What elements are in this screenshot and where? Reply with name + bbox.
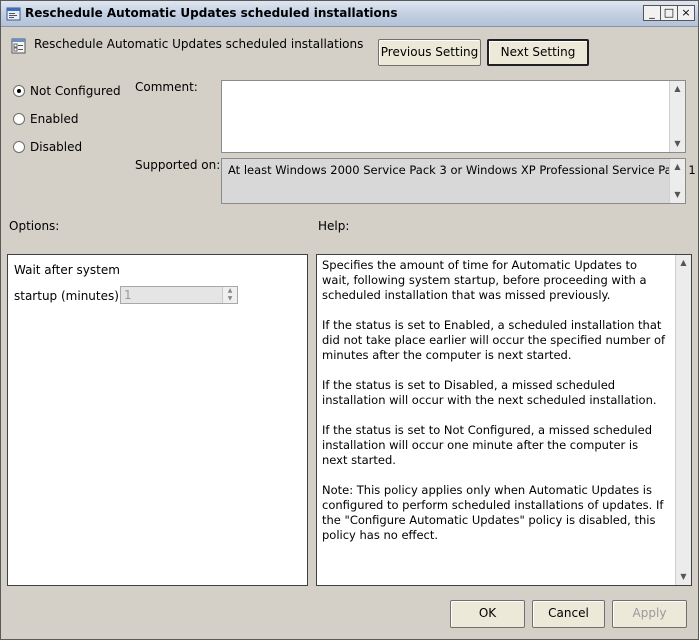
radio-label: Not Configured bbox=[30, 84, 121, 98]
minimize-button[interactable]: _ bbox=[643, 5, 661, 21]
comment-scrollbar[interactable]: ▲ ▼ bbox=[669, 81, 685, 152]
help-paragraph: If the status is set to Disabled, a miss… bbox=[322, 378, 657, 407]
scroll-up-icon[interactable]: ▲ bbox=[670, 81, 685, 97]
help-paragraph: If the status is set to Not Configured, … bbox=[322, 423, 652, 467]
supported-on-field: At least Windows 2000 Service Pack 3 or … bbox=[221, 158, 696, 204]
scroll-up-icon[interactable]: ▲ bbox=[676, 255, 691, 271]
scroll-down-icon[interactable]: ▼ bbox=[676, 569, 691, 585]
policy-setting-dialog: Reschedule Automatic Updates scheduled i… bbox=[0, 0, 699, 640]
maximize-button[interactable]: □ bbox=[660, 5, 678, 21]
policy-window-icon bbox=[6, 6, 22, 22]
scroll-down-icon[interactable]: ▼ bbox=[670, 187, 685, 203]
radio-circle[interactable] bbox=[13, 113, 25, 125]
policy-setting-icon bbox=[10, 37, 28, 55]
help-scrollbar[interactable]: ▲ ▼ bbox=[675, 255, 691, 585]
supported-on-label: Supported on: bbox=[135, 158, 221, 172]
radio-not-configured[interactable]: Not Configured bbox=[13, 84, 121, 98]
spin-up-icon: ▲ bbox=[222, 287, 237, 295]
radio-label: Disabled bbox=[30, 140, 83, 154]
scroll-up-icon[interactable]: ▲ bbox=[670, 159, 685, 175]
spin-down-icon: ▼ bbox=[222, 295, 237, 303]
options-label: Options: bbox=[9, 219, 60, 233]
wait-label-line2: startup (minutes): bbox=[14, 289, 123, 303]
comment-field[interactable]: ▲ ▼ bbox=[221, 80, 686, 153]
help-panel: Specifies the amount of time for Automat… bbox=[316, 254, 692, 586]
help-text: Specifies the amount of time for Automat… bbox=[322, 258, 667, 558]
radio-label: Enabled bbox=[30, 112, 79, 126]
window-title: Reschedule Automatic Updates scheduled i… bbox=[25, 6, 398, 20]
setting-title: Reschedule Automatic Updates scheduled i… bbox=[34, 37, 364, 51]
help-paragraph: Specifies the amount of time for Automat… bbox=[322, 258, 647, 302]
next-setting-button[interactable]: Next Setting bbox=[487, 39, 589, 66]
comment-label: Comment: bbox=[135, 80, 198, 94]
scroll-down-icon[interactable]: ▼ bbox=[670, 136, 685, 152]
close-button[interactable]: × bbox=[677, 5, 695, 21]
radio-disabled[interactable]: Disabled bbox=[13, 140, 82, 154]
ok-button[interactable]: OK bbox=[450, 600, 525, 628]
wait-label-line1: Wait after system bbox=[14, 263, 120, 277]
help-paragraph: Note: This policy applies only when Auto… bbox=[322, 483, 664, 542]
apply-button[interactable]: Apply bbox=[612, 600, 687, 628]
supported-on-value: At least Windows 2000 Service Pack 3 or … bbox=[228, 163, 696, 177]
radio-circle-selected[interactable] bbox=[13, 85, 25, 97]
radio-circle[interactable] bbox=[13, 141, 25, 153]
help-label: Help: bbox=[318, 219, 350, 233]
cancel-button[interactable]: Cancel bbox=[532, 600, 605, 628]
minutes-spinner: 1 ▲ ▼ bbox=[120, 286, 238, 304]
radio-enabled[interactable]: Enabled bbox=[13, 112, 79, 126]
minutes-value: 1 bbox=[124, 288, 132, 302]
supported-scrollbar[interactable]: ▲ ▼ bbox=[669, 159, 685, 203]
previous-setting-button[interactable]: Previous Setting bbox=[378, 39, 481, 66]
help-paragraph: If the status is set to Enabled, a sched… bbox=[322, 318, 666, 362]
title-bar[interactable]: Reschedule Automatic Updates scheduled i… bbox=[1, 1, 698, 27]
